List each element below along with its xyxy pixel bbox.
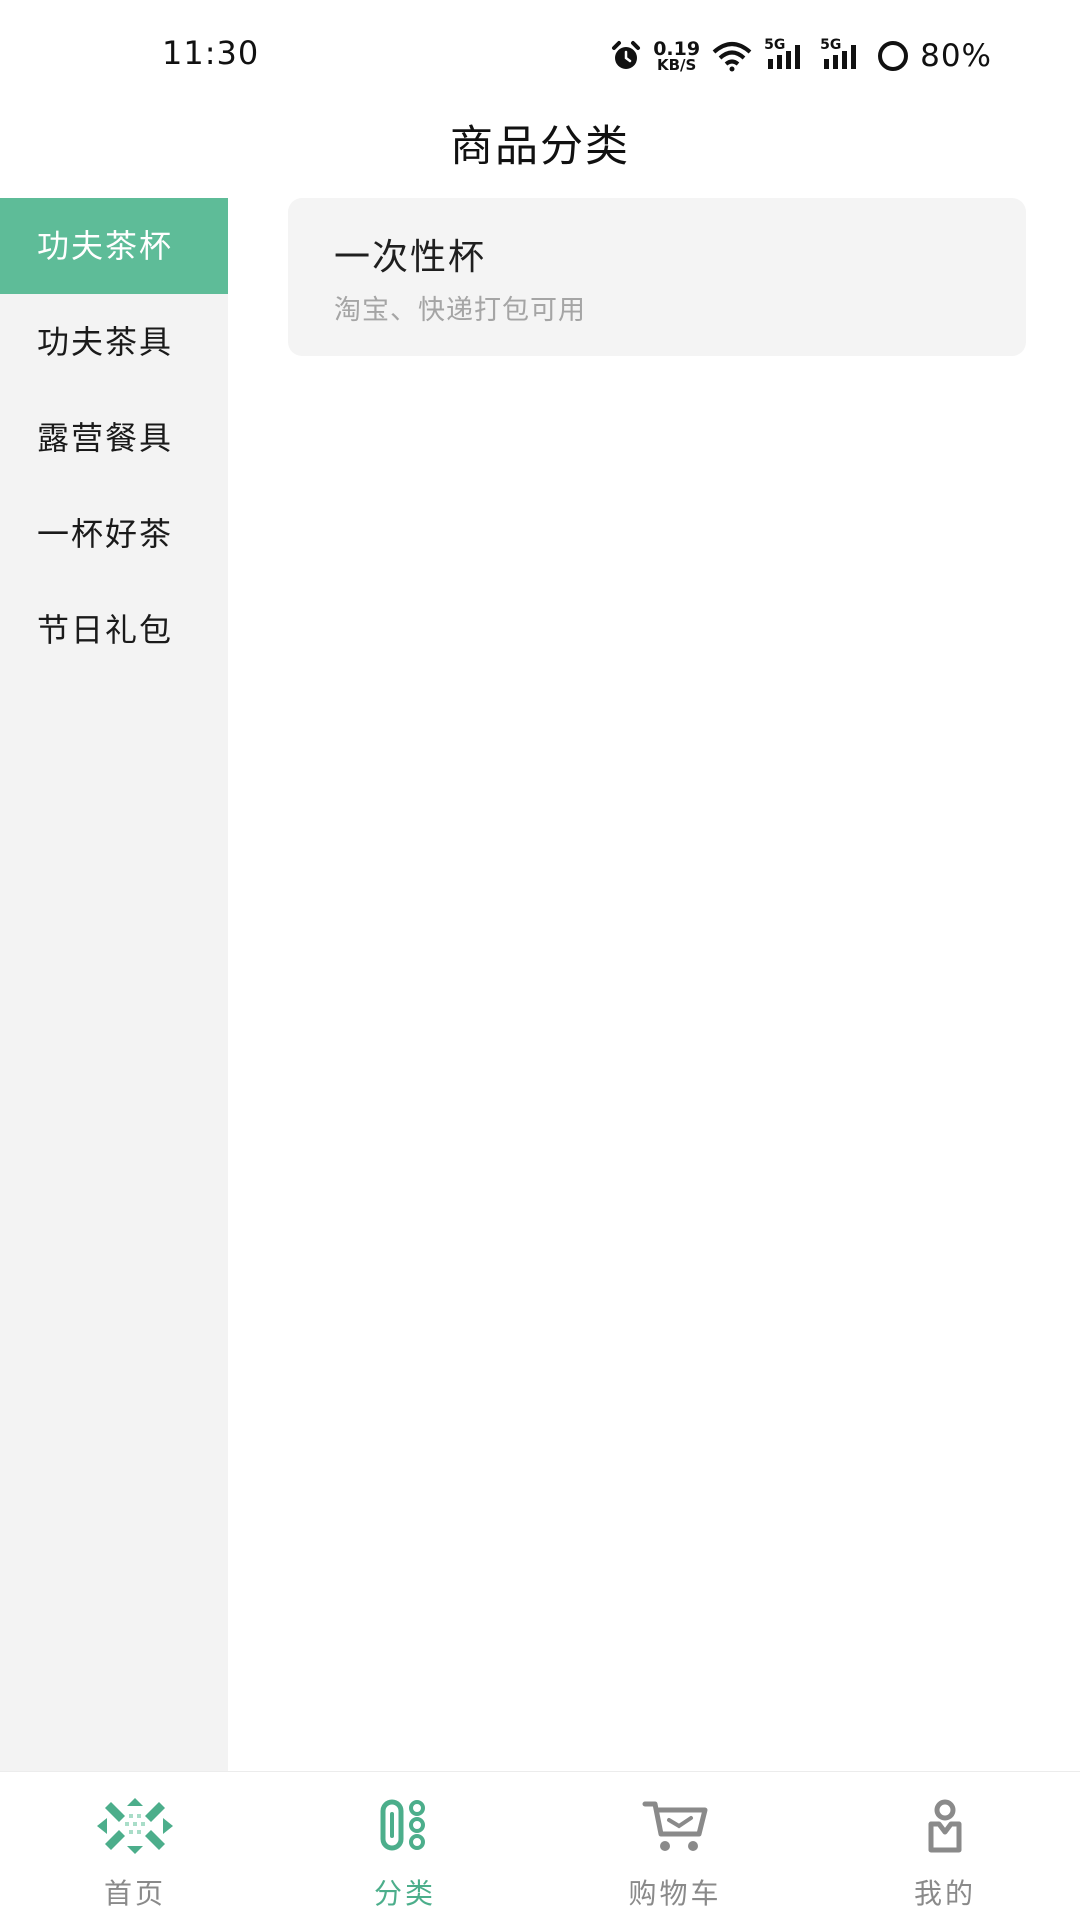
sidebar-item-holiday-gifts[interactable]: 节日礼包 [0,582,228,678]
sidebar-item-good-tea[interactable]: 一杯好茶 [0,486,228,582]
tab-cart[interactable]: 购物车 [540,1772,810,1920]
page-title: 商品分类 [450,122,630,172]
tab-home[interactable]: 首页 [0,1772,270,1920]
bottom-tab-bar: 首页 分类 购物车 我的 [0,1771,1080,1920]
tab-category[interactable]: 分类 [270,1772,540,1920]
sidebar-item-gongfu-teaware[interactable]: 功夫茶具 [0,294,228,390]
sidebar-item-camping-tableware[interactable]: 露营餐具 [0,390,228,486]
category-sidebar: 功夫茶杯 功夫茶具 露营餐具 一杯好茶 节日礼包 [0,198,228,1772]
subcategory-subtitle: 淘宝、快递打包可用 [334,295,586,326]
tab-profile-label: 我的 [913,1877,976,1910]
network-speed: 0.19 KB/S [653,40,700,74]
profile-icon [905,1796,985,1856]
status-bar: 11:30 0.19 KB/S 5G 5G 80% [0,0,1080,110]
tab-home-label: 首页 [103,1877,166,1910]
tab-category-label: 分类 [373,1877,436,1910]
category-icon [365,1796,445,1856]
battery-percent: 80% [920,38,992,74]
battery-ring-icon [876,39,910,73]
tab-cart-label: 购物车 [628,1877,722,1910]
subcategory-title: 一次性杯 [334,237,487,278]
signal-5g-icon-1: 5G [764,37,810,73]
network-speed-unit: KB/S [656,56,697,74]
home-icon [95,1796,175,1856]
tab-profile[interactable]: 我的 [810,1772,1080,1920]
alarm-icon [609,39,643,73]
subcategory-card[interactable]: 一次性杯 淘宝、快递打包可用 [288,198,1026,356]
status-icons: 0.19 KB/S 5G 5G 80% [609,36,992,76]
status-time: 11:30 [162,34,260,72]
wifi-icon [710,40,754,72]
cart-icon [635,1796,715,1856]
screen: 11:30 0.19 KB/S 5G 5G 80% 商品分类 功夫茶杯 功夫茶具… [0,0,1080,1920]
signal-5g-icon-2: 5G [820,37,866,73]
sidebar-item-gongfu-cups[interactable]: 功夫茶杯 [0,198,228,294]
